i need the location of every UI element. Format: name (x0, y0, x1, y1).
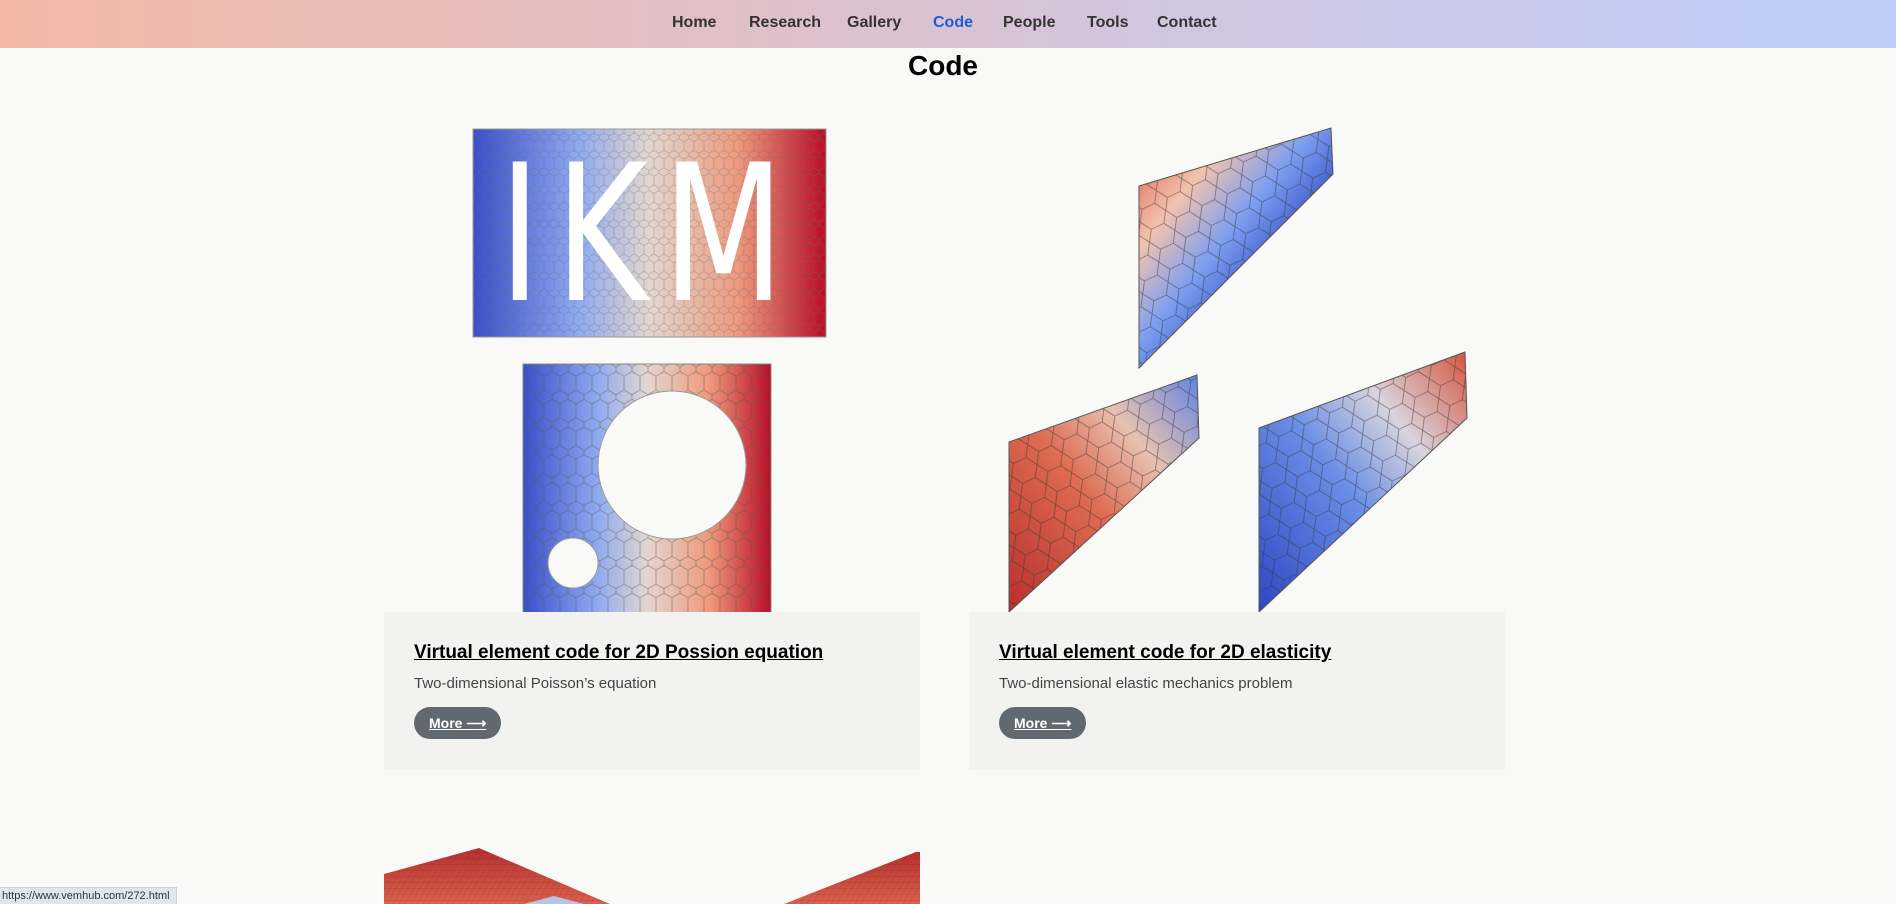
poisson-mesh-illustration: IKM (472, 124, 827, 612)
nav-link-research[interactable]: Research (749, 14, 821, 32)
ikm-mesh-panel: IKM (472, 124, 827, 345)
poisson-card: Virtual element code for 2D Possion equa… (384, 612, 920, 770)
elasticity-card-title[interactable]: Virtual element code for 2D elasticity (999, 642, 1331, 664)
more-label: More (1014, 715, 1048, 731)
elastic-panel-top (1138, 127, 1334, 370)
arrow-right-icon: ⟶ (466, 715, 487, 731)
elasticity-mesh-illustration (1008, 127, 1468, 612)
poisson-card-image[interactable]: IKM (384, 120, 920, 612)
poisson-card-title[interactable]: Virtual element code for 2D Possion equa… (414, 642, 823, 664)
poisson-more-button[interactable]: More ⟶ (414, 707, 502, 739)
nav-link-contact[interactable]: Contact (1157, 14, 1217, 32)
nav-link-code[interactable]: Code (933, 14, 973, 32)
nav-link-gallery[interactable]: Gallery (847, 14, 901, 32)
ikm-logo-text: IKM (499, 124, 799, 345)
arrow-right-icon: ⟶ (1051, 715, 1072, 731)
plate-right (784, 852, 920, 904)
nav-menu: Home Research Gallery Code People Tools … (0, 0, 1896, 48)
page-title: Code (908, 50, 978, 81)
nav-link-tools[interactable]: Tools (1087, 14, 1128, 32)
nav-link-people[interactable]: People (1003, 14, 1055, 32)
elasticity-card-image[interactable] (969, 120, 1505, 612)
holed-square-mesh (522, 363, 772, 612)
elasticity-more-button[interactable]: More ⟶ (999, 707, 1087, 739)
elasticity-card-description: Two-dimensional elastic mechanics proble… (999, 675, 1293, 692)
more-label: More (429, 715, 463, 731)
nav-link-home[interactable]: Home (672, 14, 716, 32)
elastic-panel-right (1258, 351, 1468, 612)
elasticity-card: Virtual element code for 2D elasticity T… (969, 612, 1505, 770)
top-navbar: Home Research Gallery Code People Tools … (0, 0, 1896, 48)
poisson-card-description: Two-dimensional Poisson’s equation (414, 675, 657, 692)
plate-left (384, 848, 610, 904)
third-card-image[interactable] (384, 846, 920, 904)
elastic-panel-left (1008, 374, 1200, 612)
plate-mesh-illustration (384, 848, 920, 904)
status-bar-url: https://www.vemhub.com/272.html (0, 887, 177, 904)
